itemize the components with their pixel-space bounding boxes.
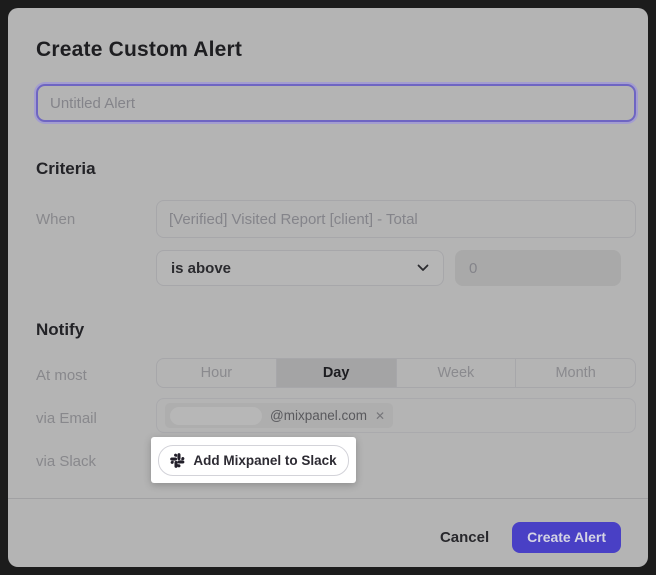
footer-divider [8, 498, 648, 499]
criteria-section-heading: Criteria [36, 159, 96, 179]
slack-button-label: Add Mixpanel to Slack [193, 453, 336, 468]
frequency-option-day[interactable]: Day [276, 359, 396, 387]
when-label: When [36, 211, 75, 228]
threshold-input[interactable]: 0 [455, 250, 621, 286]
frequency-segmented-control: Hour Day Week Month [156, 358, 636, 388]
slack-button-spotlight: Add Mixpanel to Slack [151, 437, 356, 483]
slack-logo-icon [170, 453, 185, 468]
add-mixpanel-to-slack-button[interactable]: Add Mixpanel to Slack [158, 445, 349, 476]
at-most-label: At most [36, 367, 87, 384]
condition-dropdown[interactable]: is above [156, 250, 444, 286]
frequency-option-hour[interactable]: Hour [157, 359, 276, 387]
email-recipients-field[interactable]: @mixpanel.com ✕ [156, 398, 636, 433]
dialog-footer: Cancel Create Alert [434, 521, 621, 553]
create-custom-alert-dialog: Create Custom Alert Criteria When [Verif… [8, 8, 648, 567]
dialog-title: Create Custom Alert [36, 38, 242, 62]
alert-name-input[interactable] [36, 84, 636, 122]
email-recipient-chip: @mixpanel.com ✕ [165, 403, 393, 428]
redacted-email-username [170, 407, 262, 425]
remove-recipient-icon[interactable]: ✕ [375, 410, 385, 422]
notify-section-heading: Notify [36, 320, 84, 340]
via-slack-label: via Slack [36, 453, 96, 470]
frequency-option-month[interactable]: Month [515, 359, 635, 387]
cancel-button[interactable]: Cancel [434, 525, 495, 550]
frequency-option-week[interactable]: Week [396, 359, 516, 387]
alert-event-field[interactable]: [Verified] Visited Report [client] - Tot… [156, 200, 636, 238]
email-domain-text: @mixpanel.com [270, 408, 367, 423]
condition-selected-value: is above [171, 260, 231, 277]
create-alert-button[interactable]: Create Alert [512, 522, 621, 553]
chevron-down-icon [417, 264, 429, 272]
via-email-label: via Email [36, 410, 97, 427]
